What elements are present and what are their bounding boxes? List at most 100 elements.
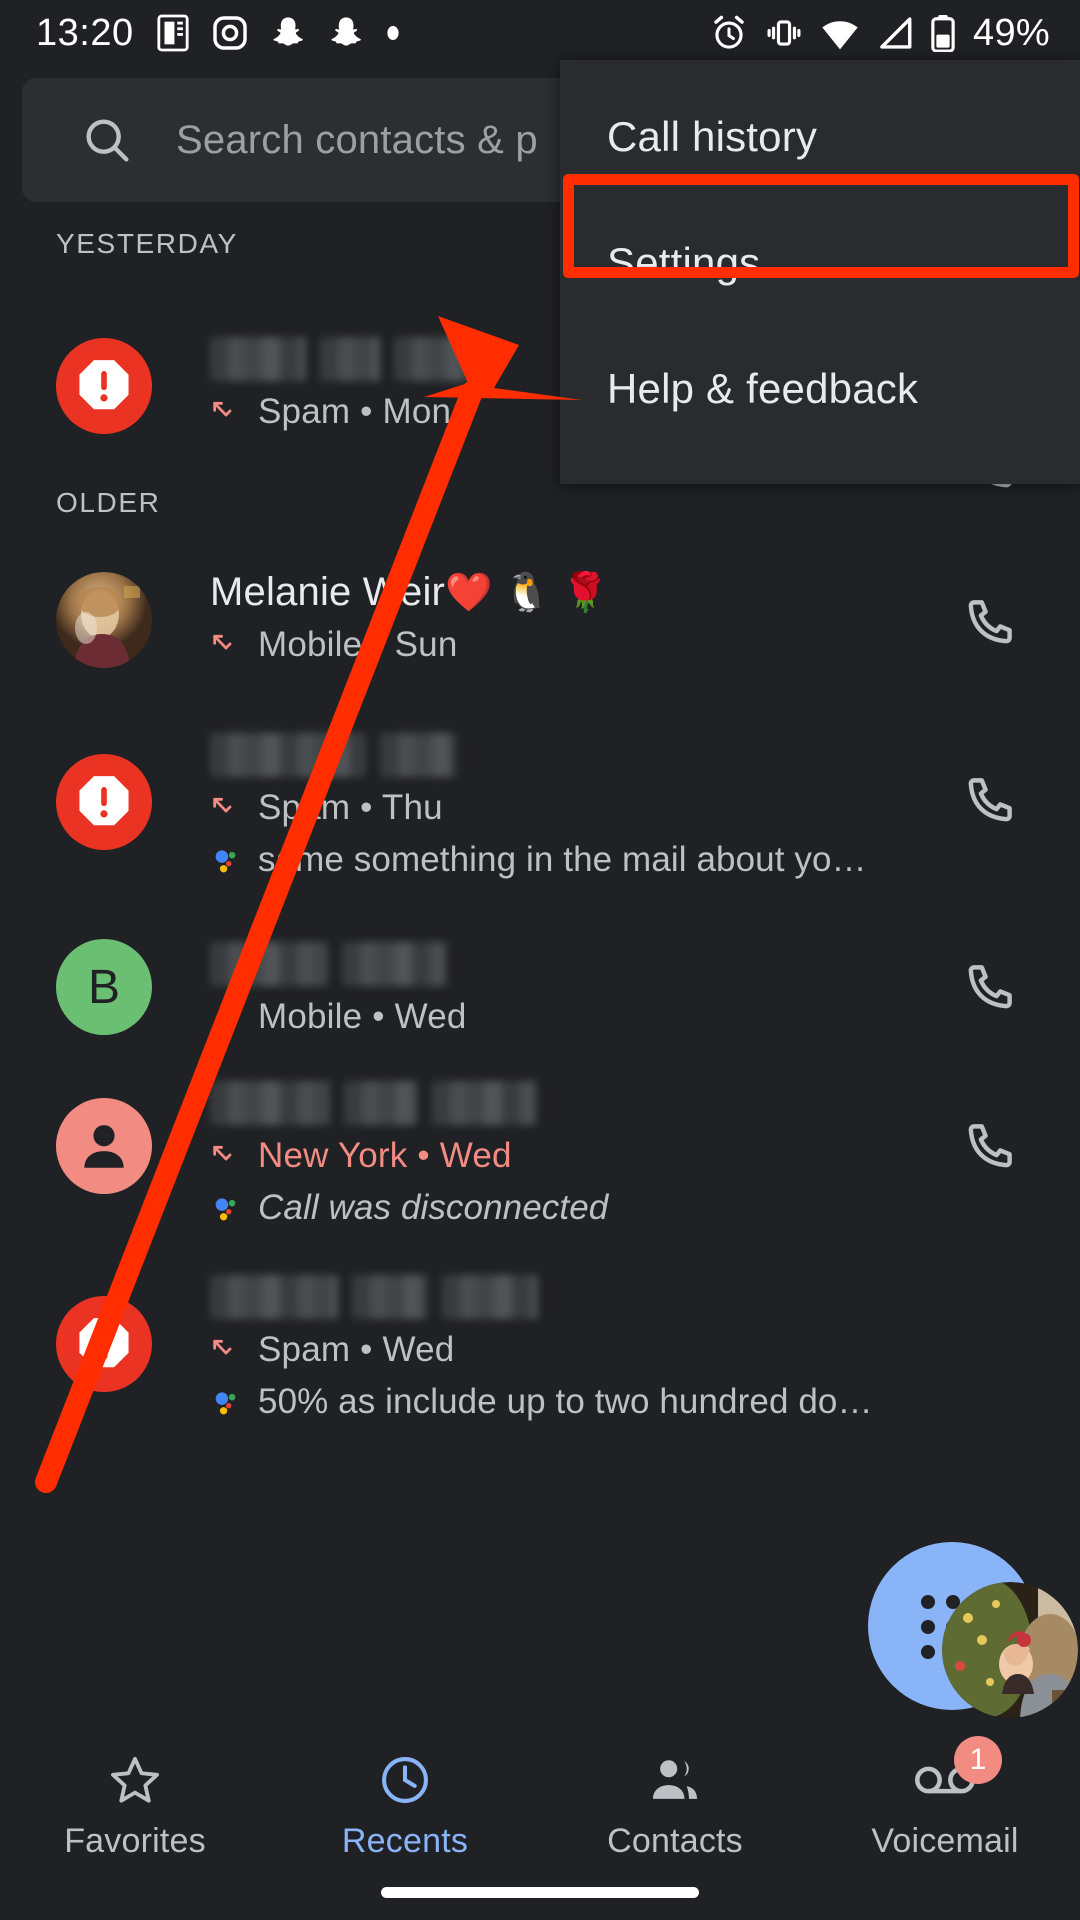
call-subtitle: Mobile • Sun bbox=[210, 625, 609, 665]
nav-label-contacts: Contacts bbox=[607, 1822, 743, 1860]
profile-avatar[interactable] bbox=[942, 1582, 1078, 1718]
call-item-texts: Spam • Wed 50% as include up to two hund… bbox=[210, 1274, 873, 1422]
nav-label-recents: Recents bbox=[341, 1822, 469, 1860]
spam-avatar-icon bbox=[56, 338, 152, 434]
call-list-item[interactable]: B Mobile • Wed bbox=[0, 917, 1080, 1067]
assistant-transcript-text: 50% as include up to two hundred do… bbox=[258, 1382, 873, 1421]
voicemail-badge: 1 bbox=[954, 1736, 1002, 1784]
call-back-button[interactable] bbox=[962, 1118, 1018, 1174]
contact-name-row: Melanie Weir❤️ 🐧 🌹 bbox=[210, 570, 609, 615]
nav-icon-wrap bbox=[648, 1750, 702, 1810]
snapchat-icon bbox=[273, 17, 303, 46]
missed-call-icon bbox=[213, 1145, 232, 1161]
nav-icon-wrap bbox=[378, 1750, 432, 1810]
status-bar-left: 13:20 bbox=[36, 12, 400, 55]
call-subtitle: Mobile • Wed bbox=[210, 997, 467, 1037]
nav-item-voicemail[interactable]: 1 Voicemail bbox=[810, 1728, 1080, 1861]
call-subtitle: Spam • Thu bbox=[210, 788, 867, 828]
status-clock: 13:20 bbox=[36, 11, 134, 54]
overflow-menu[interactable]: Call history Settings Help & feedback bbox=[560, 60, 1080, 484]
menu-item-settings[interactable]: Settings bbox=[560, 200, 1080, 326]
nav-item-contacts[interactable]: Contacts bbox=[540, 1728, 810, 1861]
call-subtitle-text: Spam • Mon bbox=[258, 392, 452, 431]
google-assistant-icon bbox=[215, 850, 236, 873]
alarm-icon bbox=[714, 15, 744, 49]
nav-label-favorites: Favorites bbox=[64, 1822, 206, 1860]
instagram-icon bbox=[212, 16, 247, 50]
call-item-texts: Melanie Weir❤️ 🐧 🌹 Mobile • Sun bbox=[210, 570, 609, 665]
missed-call-icon bbox=[213, 401, 232, 417]
phone-app-screen: 13:20 49% Search contacts & p YESTERDAY … bbox=[0, 0, 1080, 1920]
call-subtitle-text: Spam • Wed bbox=[258, 1330, 455, 1369]
menu-item-help-feedback[interactable]: Help & feedback bbox=[560, 326, 1080, 452]
spam-avatar-icon bbox=[56, 1296, 152, 1392]
snapchat-icon bbox=[331, 17, 361, 46]
call-subtitle-text: Mobile • Sun bbox=[258, 625, 458, 664]
assistant-transcript: 50% as include up to two hundred do… bbox=[210, 1382, 873, 1422]
call-list-item[interactable]: Spam • Wed 50% as include up to two hund… bbox=[0, 1262, 1080, 1452]
call-subtitle-text: Mobile • Wed bbox=[258, 997, 467, 1036]
missed-call-icon bbox=[213, 1339, 232, 1355]
call-back-button[interactable] bbox=[962, 959, 1018, 1015]
call-subtitle: Spam • Wed bbox=[210, 1330, 873, 1370]
person-avatar-icon bbox=[56, 1098, 152, 1194]
clock-icon bbox=[382, 1757, 428, 1803]
name-emojis: ❤️ 🐧 🌹 bbox=[445, 572, 610, 614]
google-assistant-icon bbox=[215, 1198, 236, 1221]
call-back-button[interactable] bbox=[962, 772, 1018, 828]
incoming-call-icon bbox=[216, 1006, 238, 1028]
assistant-transcript-text: same something in the mail about yo… bbox=[258, 840, 867, 879]
search-input[interactable]: Search contacts & p bbox=[176, 118, 538, 163]
call-item-texts: Mobile • Wed bbox=[210, 941, 467, 1037]
vibrate-icon bbox=[767, 20, 801, 46]
star-icon bbox=[111, 1756, 159, 1803]
assistant-transcript: same something in the mail about yo… bbox=[210, 840, 867, 880]
call-subtitle: Spam • Mon bbox=[210, 392, 482, 432]
assistant-transcript-text: Call was disconnected bbox=[258, 1188, 609, 1227]
missed-call-icon bbox=[213, 634, 232, 650]
letter-avatar: B bbox=[56, 939, 152, 1035]
call-list-item[interactable]: Melanie Weir❤️ 🐧 🌹 Mobile • Sun bbox=[0, 558, 1080, 698]
nav-item-recents[interactable]: Recents bbox=[270, 1728, 540, 1861]
google-assistant-icon bbox=[215, 1392, 236, 1415]
contact-name-redacted bbox=[210, 1080, 608, 1126]
call-back-button[interactable] bbox=[962, 594, 1018, 650]
status-bar-right: 49% bbox=[710, 12, 1050, 55]
nav-item-favorites[interactable]: Favorites bbox=[0, 1728, 270, 1861]
dot-icon bbox=[386, 26, 399, 40]
gesture-navigation-bar[interactable] bbox=[381, 1887, 699, 1898]
contact-name-redacted bbox=[210, 336, 482, 382]
status-bar: 13:20 49% bbox=[0, 0, 1080, 66]
battery-percent: 49% bbox=[973, 11, 1050, 54]
contact-name-redacted bbox=[210, 941, 467, 987]
menu-item-call-history[interactable]: Call history bbox=[560, 74, 1080, 200]
call-subtitle: New York • Wed bbox=[210, 1136, 608, 1176]
contact-name-redacted bbox=[210, 732, 867, 778]
contact-name: Melanie Weir bbox=[210, 570, 446, 614]
call-list-item[interactable]: Spam • Thu same something in the mail ab… bbox=[0, 722, 1080, 912]
avatar bbox=[56, 572, 152, 668]
call-subtitle-text: New York • Wed bbox=[258, 1136, 512, 1175]
call-item-texts: Spam • Thu same something in the mail ab… bbox=[210, 732, 867, 880]
news-icon bbox=[157, 14, 189, 52]
call-item-texts: New York • Wed Call was disconnected bbox=[210, 1080, 608, 1228]
letter-avatar-label: B bbox=[87, 960, 120, 1014]
section-header-yesterday: YESTERDAY bbox=[56, 228, 238, 259]
bottom-navigation[interactable]: Favorites Recents Contacts 1 Voicemail bbox=[0, 1728, 1080, 1878]
nav-icon-wrap: 1 bbox=[914, 1736, 1002, 1810]
call-list-item[interactable]: New York • Wed Call was disconnected bbox=[0, 1070, 1080, 1260]
nav-icon-wrap bbox=[108, 1750, 162, 1810]
assistant-transcript: Call was disconnected bbox=[210, 1188, 608, 1228]
call-item-texts: Spam • Mon bbox=[210, 336, 482, 432]
cell-signal-icon bbox=[880, 17, 912, 49]
contact-name-redacted bbox=[210, 1274, 873, 1320]
search-icon bbox=[86, 119, 129, 162]
people-icon bbox=[652, 1760, 698, 1799]
spam-avatar-icon bbox=[56, 754, 152, 850]
missed-call-icon bbox=[213, 797, 232, 813]
battery-icon bbox=[931, 14, 955, 52]
call-subtitle-text: Spam • Thu bbox=[258, 788, 443, 827]
section-header-older: OLDER bbox=[56, 487, 161, 518]
nav-label-voicemail: Voicemail bbox=[871, 1822, 1019, 1860]
wifi-icon bbox=[822, 21, 858, 50]
